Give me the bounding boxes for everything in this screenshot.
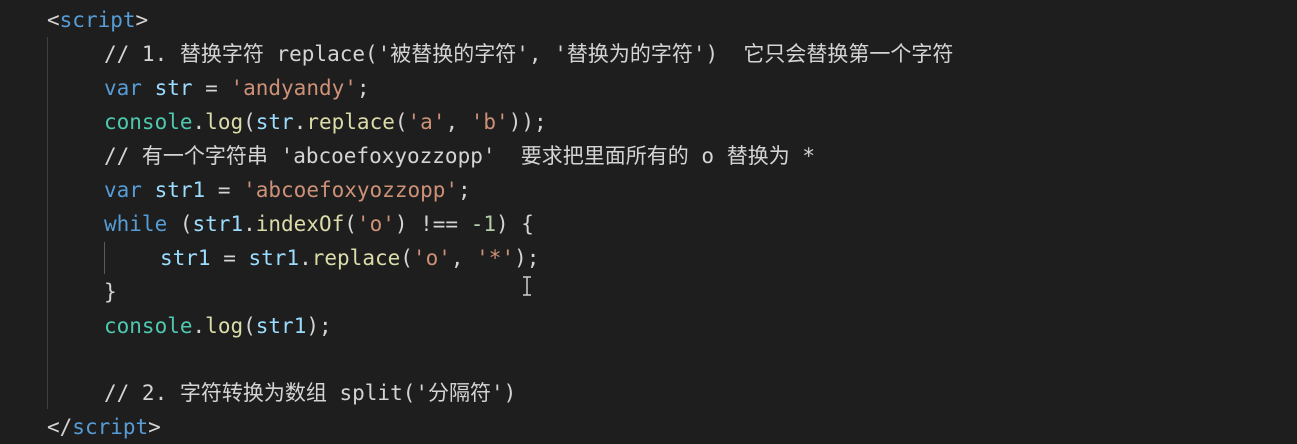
code-token: > <box>135 8 149 32</box>
code-token: ( <box>344 212 357 236</box>
code-token: = <box>210 246 249 270</box>
code-token: . <box>243 212 256 236</box>
code-token: > <box>148 415 161 439</box>
code-token: ; <box>458 178 471 202</box>
code-token: '*' <box>476 246 515 270</box>
code-token: str <box>255 110 294 134</box>
code-token: } <box>104 280 117 304</box>
indent-guide-inner <box>104 242 105 274</box>
code-token: ( <box>243 110 256 134</box>
code-line-4[interactable]: console.log(str.replace('a', 'b')); <box>104 105 547 139</box>
code-token: while <box>104 212 168 236</box>
code-token: 'andyandy' <box>230 76 357 100</box>
code-token: </ <box>47 415 73 439</box>
code-line-5[interactable]: // 有一个字符串 'abcoefoxyozzopp' 要求把里面所有的 o 替… <box>104 139 815 173</box>
text-cursor-ibeam-icon <box>523 276 531 296</box>
code-token: str1 <box>255 314 307 338</box>
code-token: . <box>192 110 206 134</box>
code-line-8[interactable]: str1 = str1.replace('o', '*'); <box>160 241 539 275</box>
code-token: ); <box>514 246 540 270</box>
code-token: var <box>104 76 142 100</box>
code-token: . <box>299 246 312 270</box>
code-token: log <box>205 110 244 134</box>
code-token: ); <box>306 314 332 338</box>
code-token: script <box>72 415 149 439</box>
code-token: script <box>59 8 136 32</box>
code-token: // 2. 字符转换为数组 split('分隔符') <box>104 381 517 405</box>
code-line-2[interactable]: // 1. 替换字符 replace('被替换的字符', '替换为的字符') 它… <box>104 37 953 71</box>
code-line-6[interactable]: var str1 = 'abcoefoxyozzopp'; <box>104 173 471 207</box>
code-line-1[interactable]: <script> <box>47 3 148 37</box>
code-line-12[interactable]: // 2. 字符转换为数组 split('分隔符') <box>104 376 516 410</box>
code-token: ( <box>167 212 193 236</box>
code-token: . <box>293 110 307 134</box>
code-editor[interactable]: <script>// 1. 替换字符 replace('被替换的字符', '替换… <box>0 0 1297 444</box>
code-token: )); <box>508 110 547 134</box>
code-token: ; <box>356 76 370 100</box>
code-line-3[interactable]: var str = 'andyandy'; <box>104 71 370 105</box>
code-token: // 1. 替换字符 replace('被替换的字符', '替换为的字符') 它… <box>104 42 954 66</box>
code-line-7[interactable]: while (str1.indexOf('o') !== -1) { <box>104 207 534 241</box>
code-token: var <box>104 178 142 202</box>
code-token: log <box>205 314 244 338</box>
code-token: 'o' <box>356 212 395 236</box>
code-token: = <box>192 76 231 100</box>
code-token: ( <box>243 314 256 338</box>
code-token: indexOf <box>255 212 345 236</box>
code-token: ( <box>400 246 413 270</box>
code-token: 'b' <box>470 110 509 134</box>
code-line-13[interactable]: </script> <box>47 410 161 444</box>
indent-guide-outer <box>47 37 48 409</box>
code-token: , <box>445 110 471 134</box>
code-token: ( <box>394 110 408 134</box>
code-token: 'a' <box>407 110 446 134</box>
code-token: replace <box>311 246 401 270</box>
code-token: // 有一个字符串 'abcoefoxyozzopp' 要求把里面所有的 o 替… <box>104 144 816 168</box>
code-token: ) { <box>496 212 534 236</box>
code-line-9[interactable]: } <box>104 275 117 309</box>
code-token: str1 <box>160 246 211 270</box>
code-token: 'o' <box>412 246 451 270</box>
code-token: , <box>450 246 477 270</box>
code-token: ) !== <box>394 212 471 236</box>
code-token: str1 <box>154 178 206 202</box>
code-token: str1 <box>192 212 244 236</box>
code-token: . <box>192 314 206 338</box>
code-token: 'abcoefoxyozzopp' <box>243 178 459 202</box>
code-token: -1 <box>470 212 497 236</box>
code-token: console <box>104 314 193 338</box>
code-token: str1 <box>248 246 300 270</box>
code-token: replace <box>306 110 395 134</box>
code-token: = <box>205 178 244 202</box>
code-line-10[interactable]: console.log(str1); <box>104 309 332 343</box>
code-token: console <box>104 110 193 134</box>
code-token: str <box>154 76 193 100</box>
code-token: < <box>47 8 60 32</box>
